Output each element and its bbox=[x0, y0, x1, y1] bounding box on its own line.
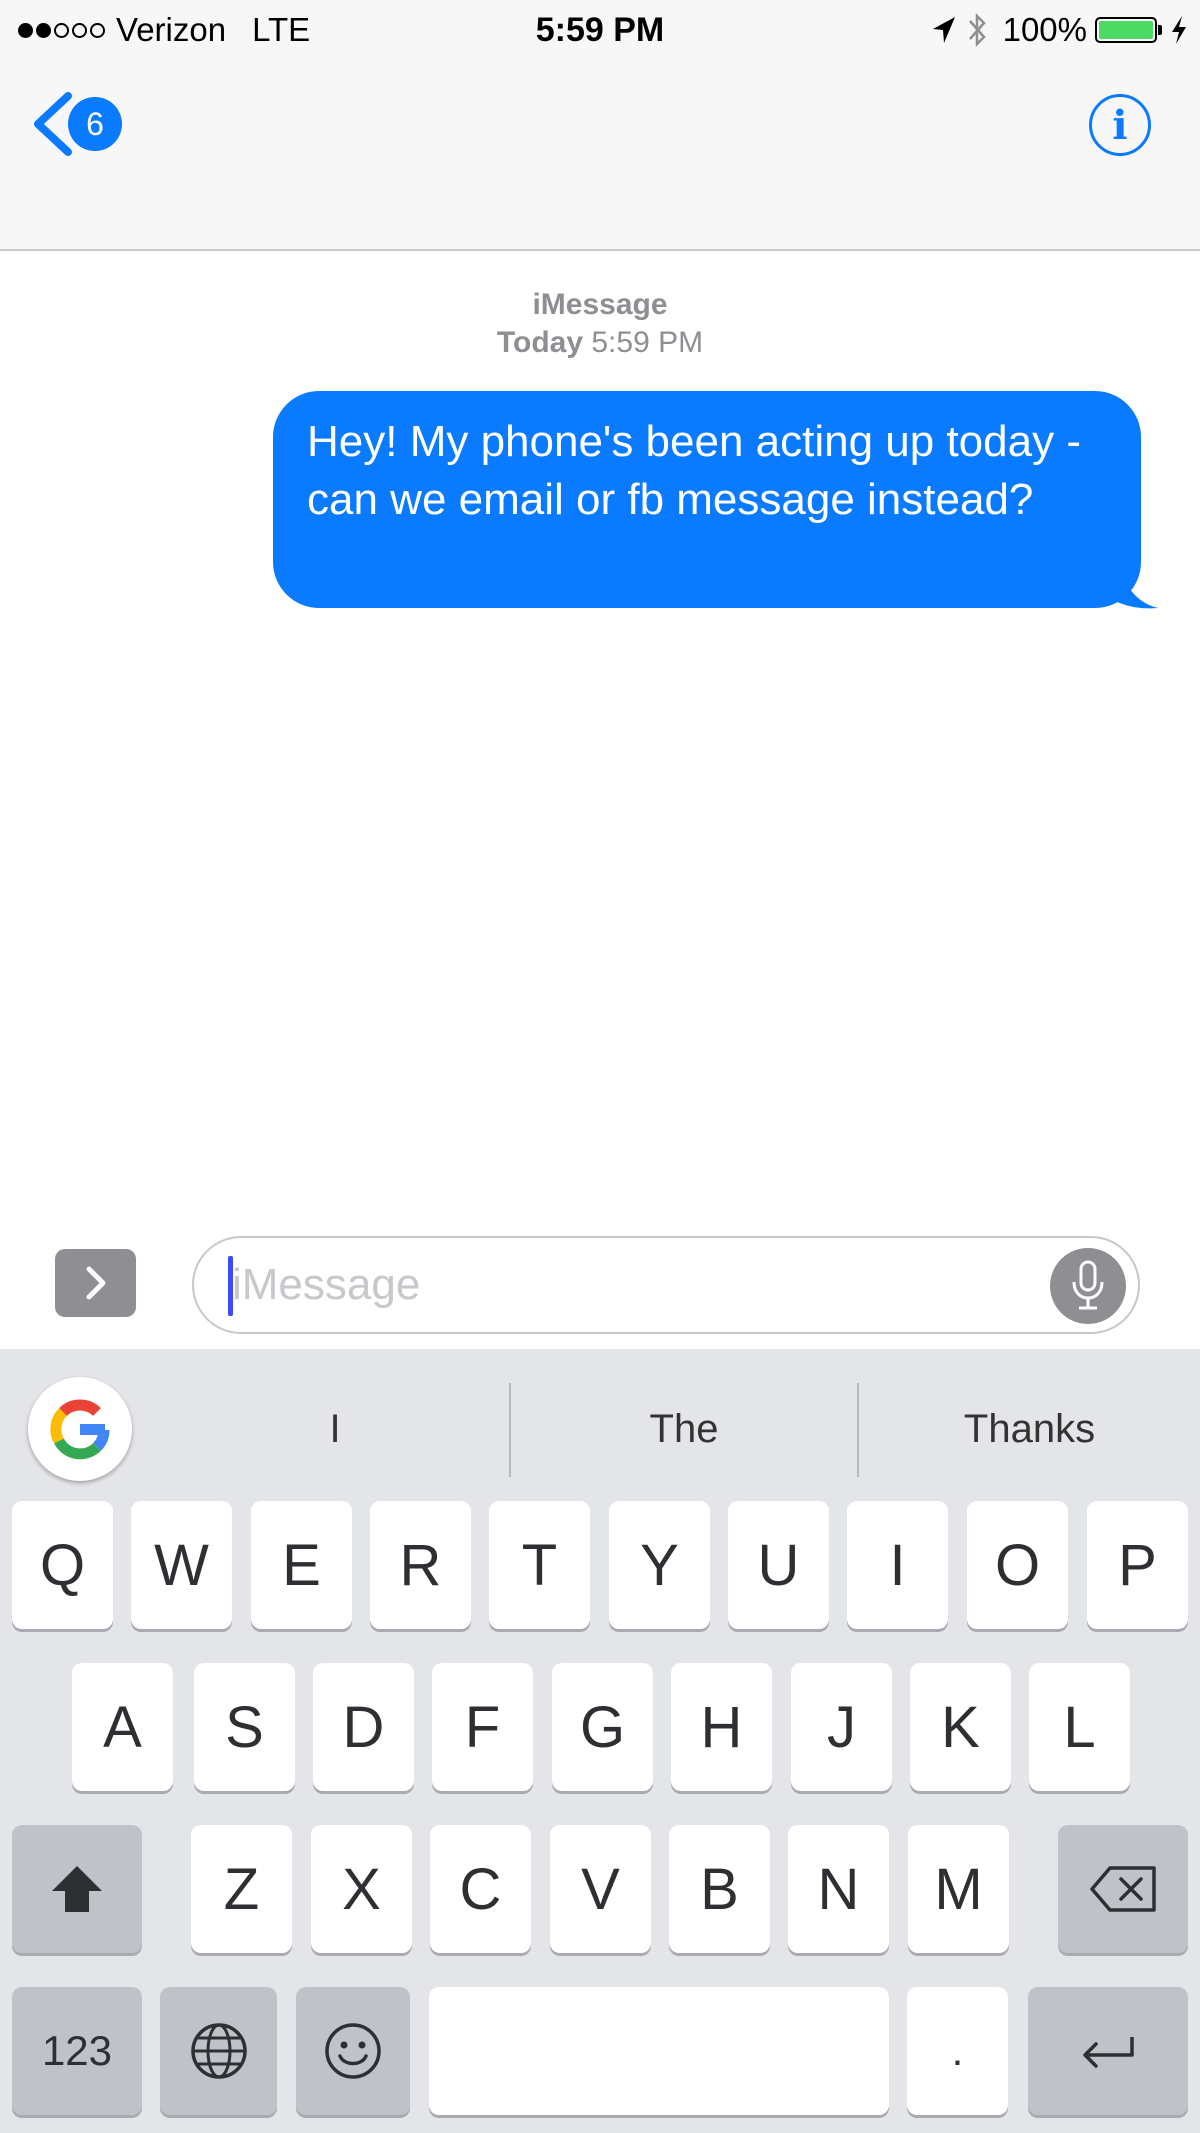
key-y[interactable]: Y bbox=[609, 1501, 710, 1629]
key-i[interactable]: I bbox=[847, 1501, 948, 1629]
back-button[interactable]: 6 bbox=[30, 92, 140, 156]
suggestion-1[interactable]: I bbox=[160, 1371, 510, 1487]
period-key[interactable]: . bbox=[907, 1987, 1008, 2115]
message-input-placeholder: iMessage bbox=[232, 1260, 421, 1309]
key-n[interactable]: N bbox=[788, 1825, 889, 1953]
key-m[interactable]: M bbox=[908, 1825, 1009, 1953]
google-search-button[interactable] bbox=[28, 1377, 132, 1481]
key-f[interactable]: F bbox=[432, 1663, 533, 1791]
key-s[interactable]: S bbox=[194, 1663, 295, 1791]
globe-icon bbox=[189, 2021, 249, 2081]
keyboard: I The Thanks Q W E R T Y U I O P A S D F… bbox=[0, 1349, 1200, 2133]
microphone-icon bbox=[1070, 1260, 1106, 1312]
battery-tip bbox=[1158, 25, 1162, 35]
key-g[interactable]: G bbox=[552, 1663, 653, 1791]
return-icon bbox=[1078, 2031, 1138, 2071]
battery-percent: 100% bbox=[1002, 11, 1087, 48]
outgoing-message-bubble[interactable]: Hey! My phone's been acting up today - c… bbox=[273, 391, 1141, 608]
key-e[interactable]: E bbox=[251, 1501, 352, 1629]
google-logo bbox=[48, 1397, 112, 1461]
dictation-button[interactable] bbox=[1050, 1248, 1126, 1324]
key-d[interactable]: D bbox=[313, 1663, 414, 1791]
battery-icon bbox=[1095, 17, 1157, 43]
battery-level bbox=[1099, 21, 1153, 39]
key-j[interactable]: J bbox=[791, 1663, 892, 1791]
emoji-key[interactable] bbox=[296, 1987, 410, 2115]
globe-key[interactable] bbox=[160, 1987, 277, 2115]
bubble-tail bbox=[1100, 560, 1158, 609]
key-x[interactable]: X bbox=[311, 1825, 412, 1953]
chevron-right-icon bbox=[84, 1265, 108, 1301]
unread-count-badge: 6 bbox=[68, 97, 122, 151]
emoji-icon bbox=[323, 2021, 383, 2081]
key-l[interactable]: L bbox=[1029, 1663, 1130, 1791]
location-arrow-icon bbox=[931, 15, 957, 45]
key-o[interactable]: O bbox=[967, 1501, 1068, 1629]
message-timestamp: Today 5:59 PM bbox=[0, 326, 1200, 360]
key-q[interactable]: Q bbox=[12, 1501, 113, 1629]
suggestion-3[interactable]: Thanks bbox=[859, 1371, 1200, 1487]
info-button[interactable]: i bbox=[1089, 94, 1151, 156]
key-b[interactable]: B bbox=[669, 1825, 770, 1953]
bolt-icon bbox=[1170, 15, 1188, 45]
key-h[interactable]: H bbox=[671, 1663, 772, 1791]
backspace-icon bbox=[1088, 1864, 1158, 1914]
info-icon: i bbox=[1112, 101, 1128, 149]
message-text: Hey! My phone's been acting up today - c… bbox=[307, 417, 1081, 524]
timestamp-time: 5:59 PM bbox=[591, 326, 704, 359]
bluetooth-icon bbox=[967, 12, 989, 48]
key-t[interactable]: T bbox=[489, 1501, 590, 1629]
apps-toggle-button[interactable] bbox=[55, 1249, 136, 1317]
key-z[interactable]: Z bbox=[191, 1825, 292, 1953]
space-key[interactable] bbox=[429, 1987, 889, 2115]
message-input[interactable]: iMessage bbox=[192, 1236, 1140, 1334]
key-c[interactable]: C bbox=[430, 1825, 531, 1953]
key-r[interactable]: R bbox=[370, 1501, 471, 1629]
suggestion-2[interactable]: The bbox=[511, 1371, 857, 1487]
chevron-left-icon bbox=[30, 92, 72, 156]
shift-icon bbox=[49, 1863, 105, 1915]
numbers-key[interactable]: 123 bbox=[12, 1987, 142, 2115]
timestamp-day: Today bbox=[496, 326, 584, 359]
status-bar-right: 100% bbox=[931, 8, 1188, 52]
key-p[interactable]: P bbox=[1087, 1501, 1188, 1629]
key-w[interactable]: W bbox=[131, 1501, 232, 1629]
key-v[interactable]: V bbox=[550, 1825, 651, 1953]
return-key[interactable] bbox=[1028, 1987, 1188, 2115]
key-u[interactable]: U bbox=[728, 1501, 829, 1629]
delete-key[interactable] bbox=[1058, 1825, 1188, 1953]
shift-key[interactable] bbox=[12, 1825, 142, 1953]
key-k[interactable]: K bbox=[910, 1663, 1011, 1791]
message-service-label: iMessage bbox=[532, 288, 668, 321]
key-a[interactable]: A bbox=[72, 1663, 173, 1791]
